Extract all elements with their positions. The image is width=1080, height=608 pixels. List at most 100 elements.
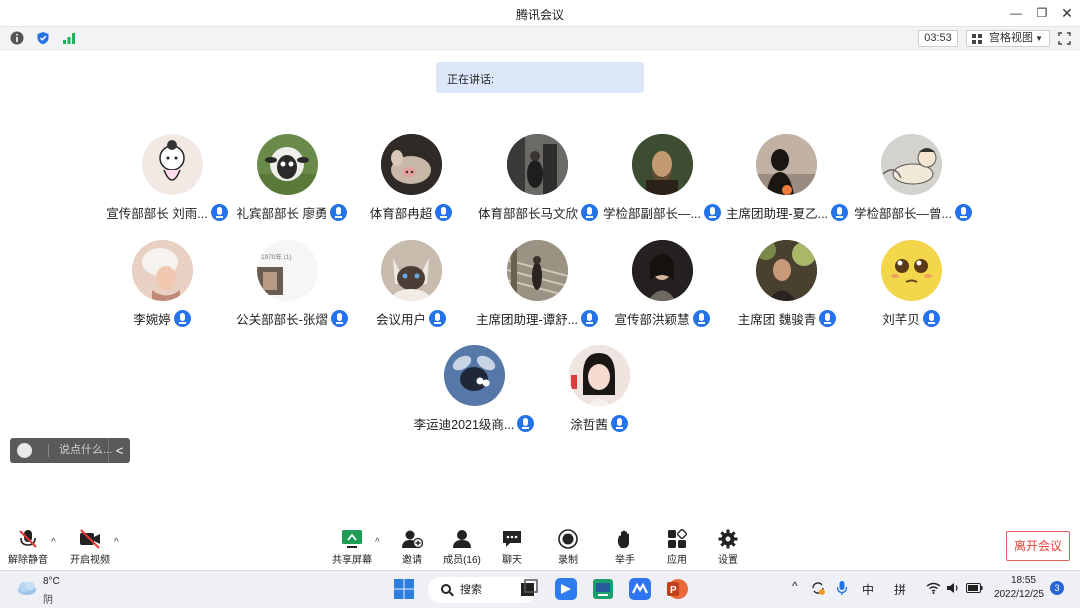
chat-label: 聊天 <box>502 555 522 566</box>
participant-tile[interactable]: 宣传部部长 刘雨... <box>102 134 232 224</box>
audio-options-chevron[interactable]: ^ <box>51 537 56 548</box>
participant-tile[interactable]: 宣传部洪颖慧 <box>597 240 727 330</box>
minimize-icon[interactable]: — <box>1007 4 1025 22</box>
participant-name: 体育部冉超 <box>369 207 433 221</box>
notification-badge[interactable]: 3 <box>1050 581 1064 595</box>
avatar <box>381 134 442 195</box>
chat-button[interactable]: 聊天 <box>486 529 538 569</box>
mic-icon <box>210 204 228 221</box>
view-mode-button[interactable]: 宫格视图 ▼ <box>966 30 1050 47</box>
share-options-chevron[interactable]: ^ <box>375 537 380 548</box>
participant-tile[interactable]: 涂哲茜 <box>534 345 664 435</box>
members-button[interactable]: 成员(16) <box>436 529 488 569</box>
monitor-app-icon[interactable] <box>591 577 615 601</box>
participant-name: 主席团助理-谭舒... <box>475 313 579 327</box>
participant-tile[interactable]: 李运迪2021级商... <box>409 345 539 435</box>
tray-expand-chevron[interactable]: ^ <box>792 579 798 593</box>
cloudy-weather-icon[interactable] <box>16 580 38 596</box>
ime-language-indicator[interactable]: 中 <box>862 581 874 598</box>
os-taskbar: 8°C 阴 搜索 P ^ 中 拼 18:55 2022/12/25 3 <box>0 570 1080 608</box>
ime-mode-indicator[interactable]: 拼 <box>894 581 906 598</box>
info-icon[interactable] <box>10 31 24 45</box>
avatar <box>507 134 568 195</box>
wifi-icon[interactable] <box>926 582 941 594</box>
hand-icon <box>617 530 629 548</box>
record-button[interactable]: 录制 <box>542 529 594 569</box>
video-options-chevron[interactable]: ^ <box>114 537 119 548</box>
volume-icon[interactable] <box>946 582 960 594</box>
raise-hand-button[interactable]: 举手 <box>599 529 651 569</box>
participant-tile[interactable]: 体育部冉超 <box>346 134 476 224</box>
emoji-icon[interactable] <box>17 443 32 458</box>
participant-tile[interactable]: 1970年 (1) 公关部部长-张熠 <box>227 240 357 330</box>
unmute-button[interactable]: 解除静音 <box>2 529 54 569</box>
participant-name: 宣传部部长 刘雨... <box>106 207 208 221</box>
camera-off-icon <box>80 529 100 549</box>
collapse-chat-button[interactable]: < <box>108 438 130 463</box>
participant-tile[interactable]: 学检部部长—曾... <box>848 134 978 224</box>
participant-tile[interactable]: 李婉婷 <box>97 240 227 330</box>
mic-icon <box>517 415 535 432</box>
avatar <box>632 240 693 301</box>
participant-tile[interactable]: 主席团助理-夏乙... <box>722 134 852 224</box>
task-view-icon[interactable] <box>517 577 541 601</box>
avatar <box>881 134 942 195</box>
participant-name: 宣传部洪颖慧 <box>614 313 690 327</box>
avatar <box>132 240 193 301</box>
microphone-icon[interactable] <box>836 580 848 596</box>
grid-view-icon <box>972 34 982 44</box>
search-icon <box>441 584 451 594</box>
weather-temperature[interactable]: 8°C <box>43 576 60 587</box>
close-icon[interactable]: ✕ <box>1058 4 1076 22</box>
participant-name: 学检部副部长—... <box>603 207 701 221</box>
participant-name: 涂哲茜 <box>570 418 608 432</box>
apps-button[interactable]: 应用 <box>651 528 703 569</box>
participant-name: 会议用户 <box>375 313 426 327</box>
battery-icon[interactable] <box>966 583 983 593</box>
start-video-button[interactable]: 开启视频 <box>64 529 116 569</box>
invite-button[interactable]: 邀请 <box>386 529 438 569</box>
fullscreen-icon[interactable] <box>1058 32 1071 45</box>
participant-tile[interactable]: 主席团 魏骏青 <box>722 240 852 330</box>
clock-date[interactable]: 2022/12/25 <box>982 589 1044 600</box>
participant-tile[interactable]: 主席团助理-谭舒... <box>472 240 602 330</box>
feishu-app-icon[interactable] <box>554 577 578 601</box>
settings-label: 设置 <box>718 555 738 566</box>
avatar <box>632 134 693 195</box>
tencent-meeting-app-icon[interactable] <box>628 577 652 601</box>
avatar <box>507 240 568 301</box>
apps-icon <box>668 528 688 548</box>
participant-tile[interactable]: 礼宾部部长 廖勇 <box>227 134 357 224</box>
participant-name: 体育部部长马文欣 <box>477 207 578 221</box>
mic-icon <box>819 310 837 327</box>
powerpoint-app-icon[interactable]: P <box>665 577 689 601</box>
chat-input-bar[interactable]: 说点什么... < <box>10 438 130 463</box>
mic-icon <box>610 415 628 432</box>
windows-start-icon[interactable] <box>392 577 416 601</box>
gear-icon <box>718 529 738 549</box>
caret-down-icon: ▼ <box>1035 34 1043 43</box>
restore-icon[interactable]: ❐ <box>1033 4 1051 22</box>
avatar <box>881 240 942 301</box>
sync-icon[interactable] <box>810 580 826 596</box>
mic-icon <box>922 310 940 327</box>
settings-button[interactable]: 设置 <box>702 529 754 569</box>
participant-tile[interactable]: 学检部副部长—... <box>597 134 727 224</box>
meeting-toolbar: 解除静音 ^ 开启视频 ^ 共享屏幕 ^ 邀请 成员(16) 聊天 录制 举手 … <box>0 525 1080 570</box>
participant-tile[interactable]: 体育部部长马文欣 <box>473 134 603 224</box>
avatar <box>444 345 505 406</box>
record-label: 录制 <box>558 555 578 566</box>
share-screen-label: 共享屏幕 <box>332 555 372 566</box>
participant-tile[interactable]: 刘芊贝 <box>846 240 976 330</box>
mic-icon <box>954 204 972 221</box>
shield-icon[interactable] <box>36 31 50 45</box>
weather-condition[interactable]: 阴 <box>43 591 53 606</box>
signal-icon[interactable] <box>62 31 76 45</box>
participant-tile[interactable]: 会议用户 <box>346 240 476 330</box>
leave-meeting-button[interactable]: 离开会议 <box>1006 531 1070 561</box>
mic-icon <box>692 310 710 327</box>
avatar: 1970年 (1) <box>257 240 318 301</box>
chat-placeholder[interactable]: 说点什么... <box>48 444 112 457</box>
share-screen-button[interactable]: 共享屏幕 <box>326 529 378 569</box>
unmute-label: 解除静音 <box>8 555 48 566</box>
